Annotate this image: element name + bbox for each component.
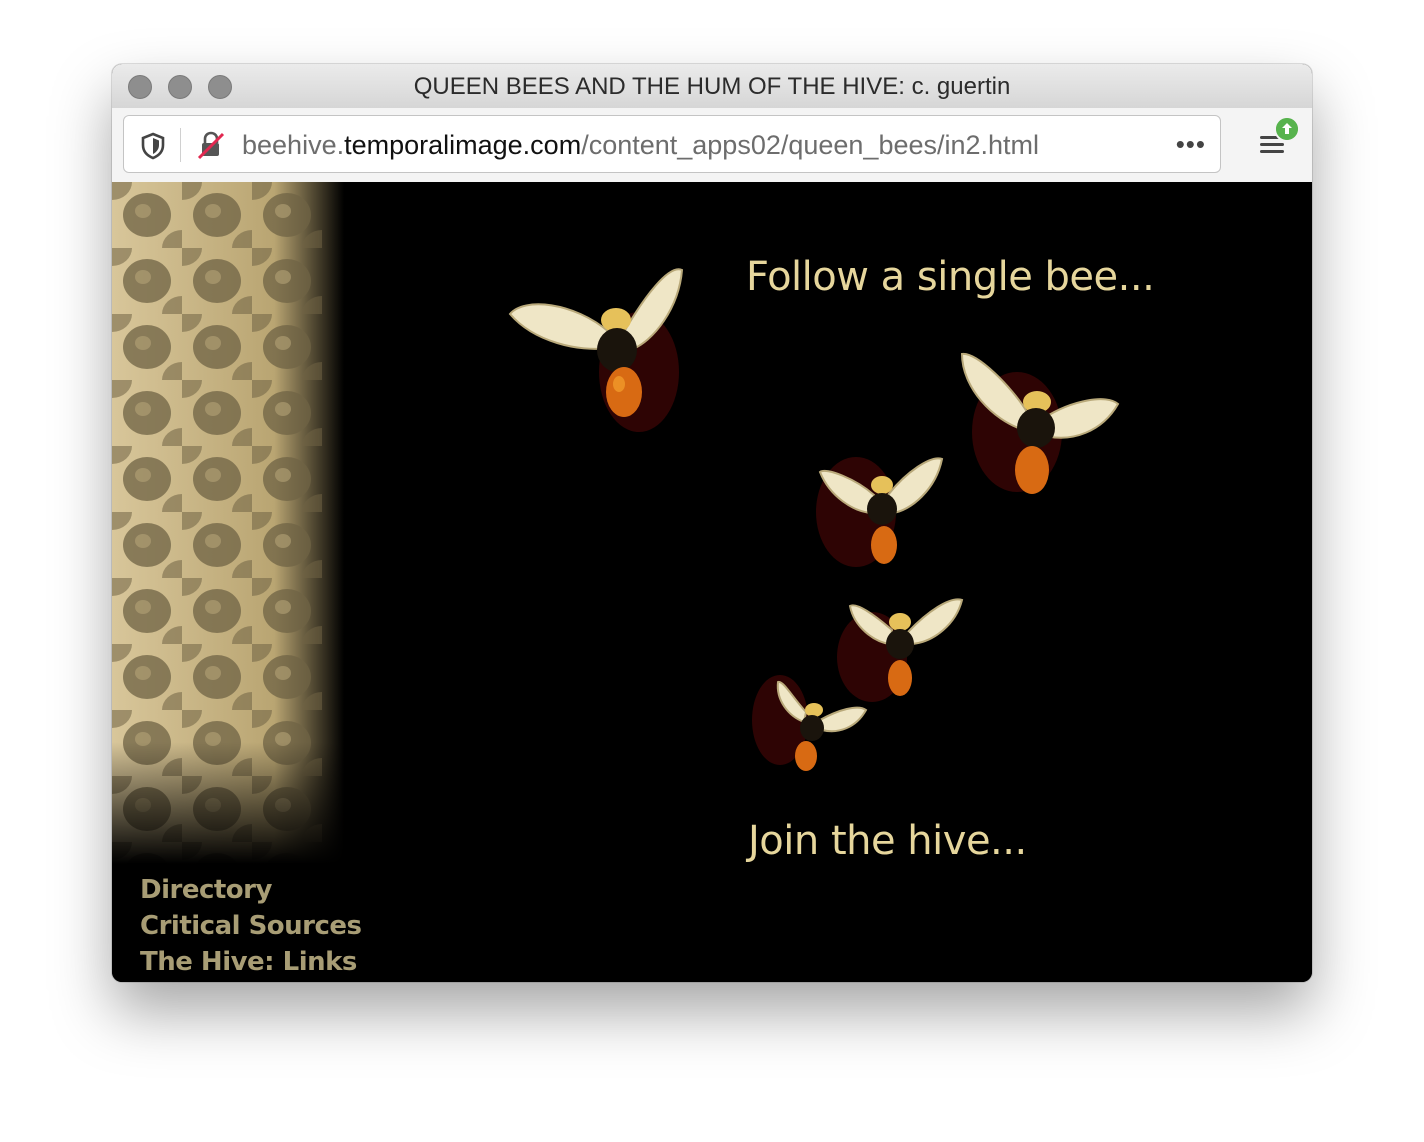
site-nav: Directory Critical Sources The Hive: Lin… — [140, 872, 362, 980]
browser-toolbar: beehive.temporalimage.com/content_apps02… — [112, 108, 1312, 183]
url-text[interactable]: beehive.temporalimage.com/content_apps02… — [242, 130, 1039, 161]
honeycomb-banner — [112, 182, 344, 864]
follow-bee-heading[interactable]: Follow a single bee... — [746, 254, 1155, 300]
url-domain: temporalimage.com — [344, 130, 582, 160]
bee-image[interactable] — [932, 332, 1132, 522]
shield-icon[interactable] — [140, 132, 166, 160]
page-actions-button[interactable]: ••• — [1176, 129, 1206, 160]
update-available-icon[interactable] — [1274, 116, 1300, 142]
nav-link-critical-sources[interactable]: Critical Sources — [140, 908, 362, 944]
join-hive-heading[interactable]: Join the hive... — [748, 818, 1027, 864]
bee-image[interactable] — [748, 660, 878, 780]
insecure-lock-icon[interactable] — [196, 130, 226, 160]
window-title: QUEEN BEES AND THE HUM OF THE HIVE: c. g… — [413, 73, 1011, 100]
browser-window: QUEEN BEES AND THE HUM OF THE HIVE: c. g… — [112, 64, 1312, 982]
url-path: /content_apps02/queen_bees/in2.html — [581, 130, 1040, 160]
url-subdomain: beehive. — [242, 130, 345, 160]
address-bar-separator — [180, 128, 181, 162]
nav-link-hive-links[interactable]: The Hive: Links — [140, 944, 362, 980]
nav-link-directory[interactable]: Directory — [140, 872, 362, 908]
address-bar[interactable]: beehive.temporalimage.com/content_apps02… — [123, 115, 1221, 173]
page-content: Directory Critical Sources The Hive: Lin… — [112, 182, 1312, 982]
title-bar: QUEEN BEES AND THE HUM OF THE HIVE: c. g… — [112, 64, 1312, 109]
banner-fade — [112, 742, 344, 864]
bee-image[interactable] — [504, 252, 714, 452]
bee-image[interactable] — [796, 427, 956, 577]
